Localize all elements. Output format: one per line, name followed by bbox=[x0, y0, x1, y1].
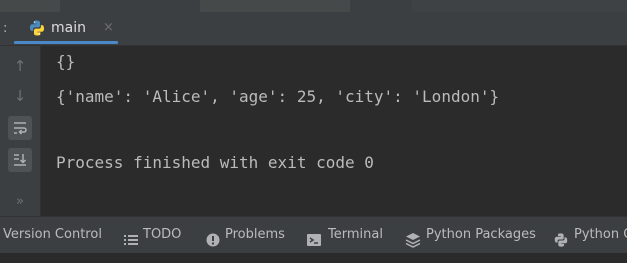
top-strip-segment bbox=[412, 0, 627, 12]
list-icon bbox=[123, 227, 139, 245]
more-icon[interactable]: » bbox=[8, 190, 32, 214]
run-tool-window-header: : main × bbox=[0, 12, 627, 46]
layers-icon bbox=[405, 227, 421, 248]
terminal-label: Terminal bbox=[328, 227, 383, 242]
tab-label: main bbox=[51, 20, 86, 36]
active-tab-indicator bbox=[14, 41, 118, 44]
terminal-icon bbox=[306, 227, 322, 246]
tab-prefix: : bbox=[3, 21, 8, 36]
console-line: {} bbox=[56, 52, 76, 71]
python-icon bbox=[28, 19, 46, 37]
soft-wrap-icon[interactable] bbox=[8, 116, 32, 140]
problems-label: Problems bbox=[225, 227, 285, 242]
console-line: {'name': 'Alice', 'age': 25, 'city': 'Lo… bbox=[56, 87, 500, 106]
python-console-label: Python Co bbox=[574, 227, 627, 242]
python-icon bbox=[553, 227, 569, 247]
top-strip-segment bbox=[200, 0, 350, 12]
console-output: {} {'name': 'Alice', 'age': 25, 'city': … bbox=[56, 48, 499, 172]
close-icon[interactable]: × bbox=[103, 20, 114, 35]
version-control-label: Version Control bbox=[3, 227, 102, 242]
tab-main[interactable]: main × bbox=[12, 12, 118, 45]
console-line: Process finished with exit code 0 bbox=[56, 153, 374, 172]
scroll-to-end-icon[interactable] bbox=[8, 148, 32, 172]
top-strip bbox=[0, 0, 627, 12]
top-strip-segment bbox=[0, 0, 60, 12]
python-packages-label: Python Packages bbox=[426, 227, 536, 242]
warning-icon bbox=[205, 227, 221, 247]
arrow-down-icon[interactable]: ↓ bbox=[8, 84, 32, 108]
tool-window-bar: Version Control TODO Problems Terminal P… bbox=[0, 216, 627, 253]
todo-label: TODO bbox=[143, 227, 182, 242]
console-toolbar: ↑ ↓ » bbox=[0, 46, 41, 216]
rerun-up-icon[interactable]: ↑ bbox=[8, 54, 32, 78]
